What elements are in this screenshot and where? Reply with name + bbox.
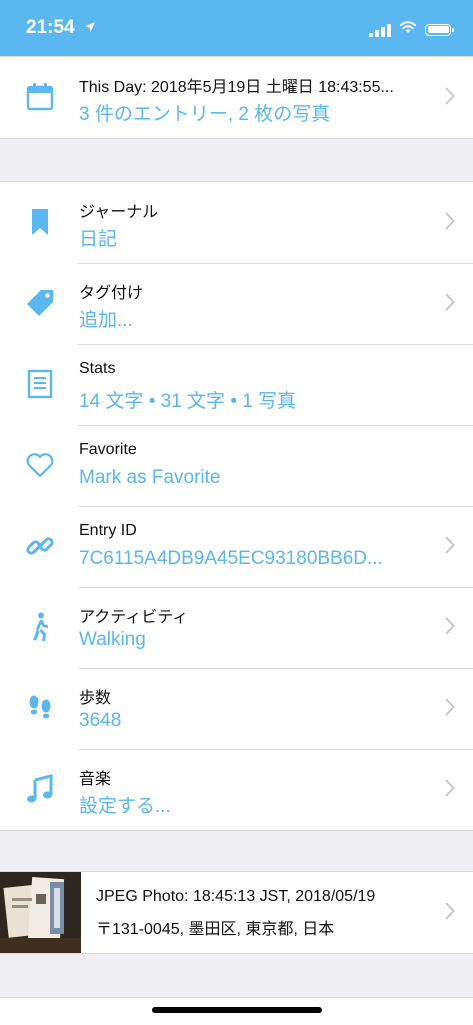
- chevron-right-icon: [445, 212, 455, 230]
- chevron-right-icon: [445, 902, 455, 920]
- home-indicator[interactable]: [152, 1007, 322, 1013]
- stats-value: 14 文字 • 31 文字 • 1 写真: [79, 391, 297, 412]
- favorite-value[interactable]: Mark as Favorite: [79, 467, 220, 489]
- cellular-signal-icon: [369, 23, 391, 37]
- this-day-summary: 3 件のエントリー, 2 枚の写真: [79, 104, 331, 125]
- steps-value: 3648: [79, 710, 122, 731]
- photo-location: 〒131-0045, 墨田区, 東京都, 日本: [96, 921, 335, 938]
- photo-title: JPEG Photo: 18:45:13 JST, 2018/05/19: [96, 888, 376, 905]
- music-label: 音楽: [79, 771, 112, 788]
- journal-label: ジャーナル: [79, 204, 159, 221]
- calendar-icon: [22, 79, 58, 115]
- activity-row[interactable]: アクティビティ Walking: [0, 587, 473, 668]
- chevron-right-icon: [445, 536, 455, 554]
- tag-icon: [22, 285, 58, 321]
- favorite-row[interactable]: Favorite Mark as Favorite: [0, 425, 473, 506]
- chevron-right-icon: [445, 293, 455, 311]
- status-bar: 21:54: [0, 0, 473, 56]
- footprints-icon: [22, 690, 58, 726]
- activity-value: Walking: [79, 629, 146, 650]
- journal-row[interactable]: ジャーナル 日記: [0, 182, 473, 263]
- wifi-icon: [399, 20, 417, 39]
- steps-label: 歩数: [79, 690, 112, 707]
- tags-row[interactable]: タグ付け 追加...: [0, 263, 473, 344]
- heart-icon: [22, 447, 58, 483]
- music-row[interactable]: 音楽 設定する...: [0, 749, 473, 830]
- entry-metadata-section: ジャーナル 日記 タグ付け 追加... Stats 14 文字 • 31 文字 …: [0, 181, 473, 831]
- this-day-title: This Day: 2018年5月19日 土曜日 18:43:55...: [79, 79, 394, 96]
- photo-thumbnail[interactable]: [0, 872, 81, 953]
- tags-value: 追加...: [79, 310, 133, 331]
- chevron-right-icon: [445, 779, 455, 797]
- document-icon: [22, 366, 58, 402]
- stats-row: Stats 14 文字 • 31 文字 • 1 写真: [0, 344, 473, 425]
- chevron-right-icon: [445, 698, 455, 716]
- tags-label: タグ付け: [79, 285, 144, 302]
- status-time: 21:54: [26, 17, 75, 38]
- photo-section: JPEG Photo: 18:45:13 JST, 2018/05/19 〒13…: [0, 871, 473, 954]
- journal-value: 日記: [79, 229, 118, 250]
- status-icons: [369, 20, 454, 39]
- entry-id-row[interactable]: Entry ID 7C6115A4DB9A45EC93180BB6D...: [0, 506, 473, 587]
- this-day-section: This Day: 2018年5月19日 土曜日 18:43:55... 3 件…: [0, 56, 473, 139]
- walking-icon: [22, 609, 58, 645]
- chevron-right-icon: [445, 617, 455, 635]
- entry-id-value: 7C6115A4DB9A45EC93180BB6D...: [79, 548, 383, 569]
- steps-row[interactable]: 歩数 3648: [0, 668, 473, 749]
- favorite-label: Favorite: [79, 441, 137, 458]
- location-arrow-icon: [84, 20, 96, 36]
- stats-label: Stats: [79, 360, 116, 377]
- bookmark-icon: [22, 204, 58, 240]
- battery-icon: [425, 23, 454, 36]
- music-value: 設定する...: [79, 796, 171, 817]
- activity-label: アクティビティ: [79, 609, 189, 626]
- photo-row[interactable]: JPEG Photo: 18:45:13 JST, 2018/05/19 〒13…: [0, 872, 473, 953]
- music-note-icon: [22, 771, 58, 807]
- this-day-row[interactable]: This Day: 2018年5月19日 土曜日 18:43:55... 3 件…: [0, 57, 473, 138]
- link-icon: [22, 528, 58, 564]
- entry-id-label: Entry ID: [79, 522, 137, 539]
- chevron-right-icon: [445, 87, 455, 105]
